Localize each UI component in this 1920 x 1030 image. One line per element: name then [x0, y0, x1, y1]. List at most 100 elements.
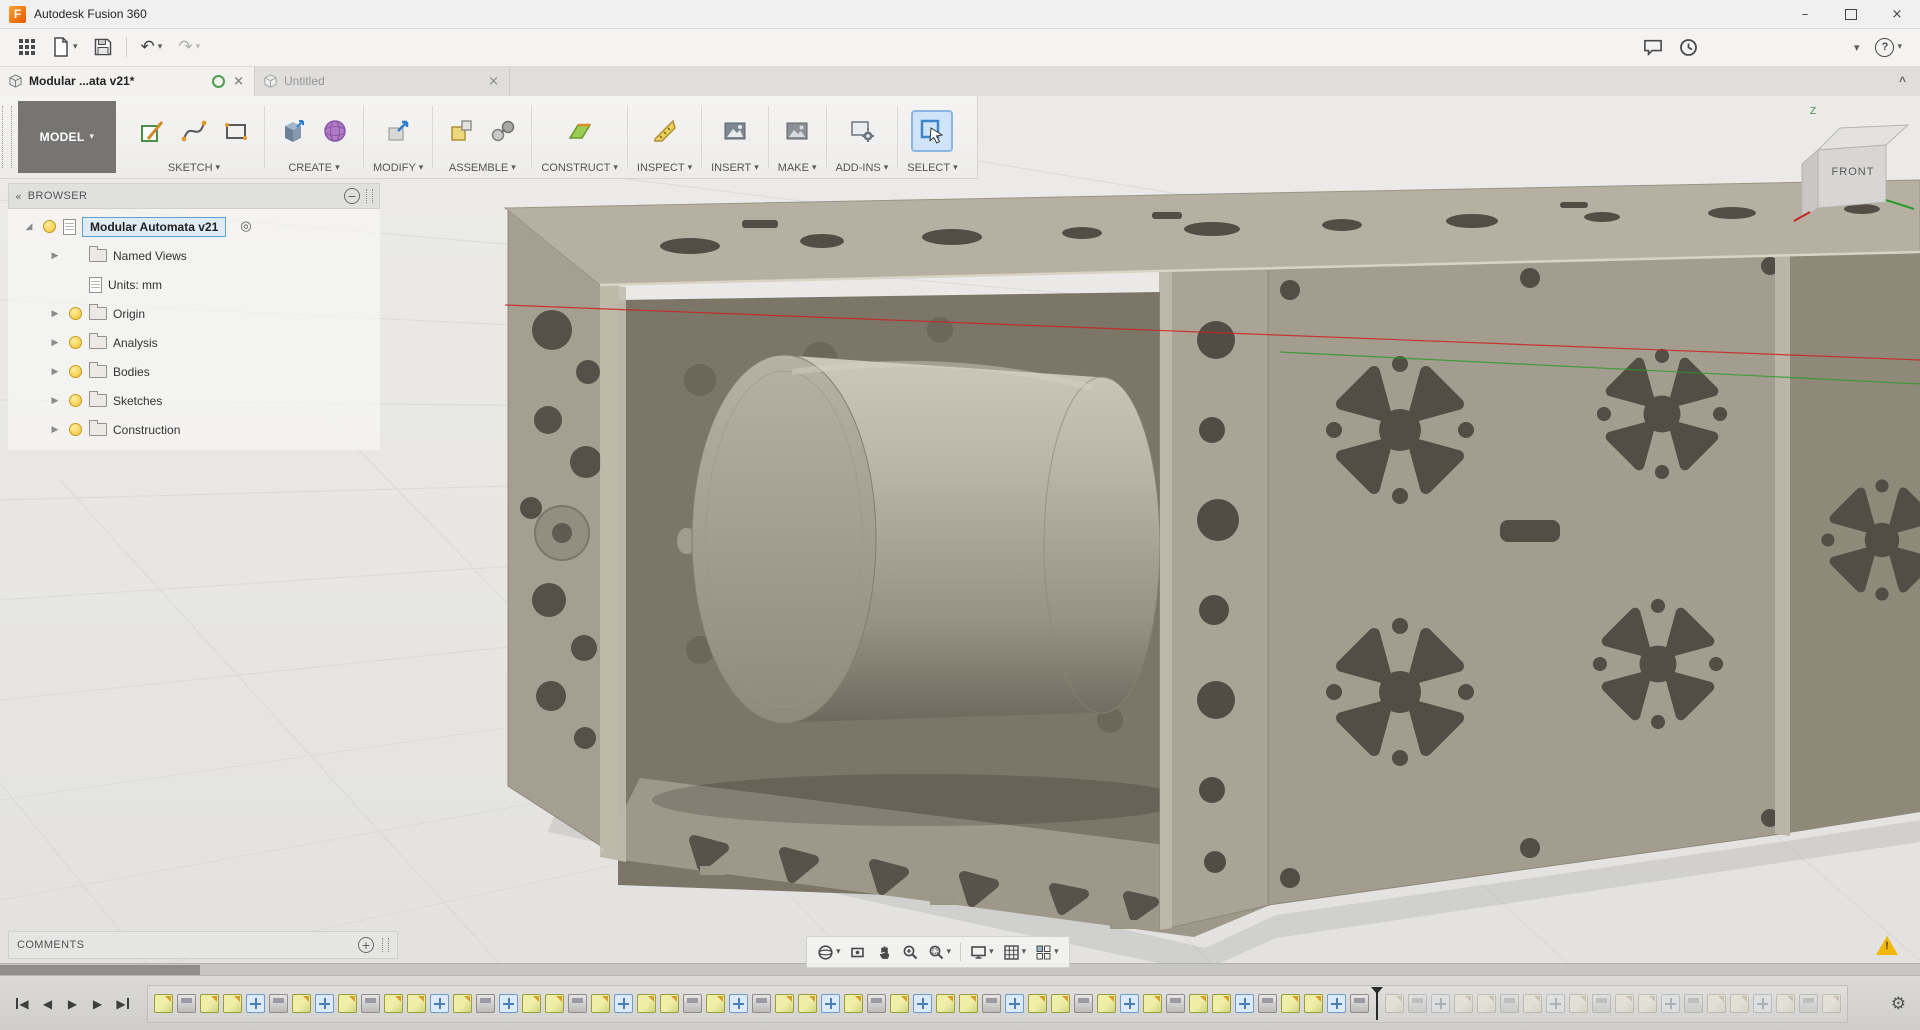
timeline-skip-end-button[interactable]: ▶: [110, 991, 135, 1017]
timeline-settings-gear-icon[interactable]: ⚙: [1891, 994, 1910, 1014]
timeline-feature-extrude[interactable]: [361, 994, 380, 1013]
redo-button[interactable]: ↷ ▾: [170, 32, 208, 62]
timeline-feature-sketch[interactable]: [1189, 994, 1208, 1013]
timeline-feature-sketch[interactable]: [798, 994, 817, 1013]
warning-badge[interactable]: !: [1876, 936, 1898, 956]
visibility-bulb-icon[interactable]: [42, 220, 57, 233]
document-tab-active[interactable]: Modular ...ata v21* ×: [0, 66, 255, 96]
timeline-step-forward-button[interactable]: ▶: [85, 991, 110, 1017]
panel-grip[interactable]: [2, 106, 12, 168]
timeline-feature-sketch[interactable]: [1212, 994, 1231, 1013]
timeline-feature-extrude[interactable]: [1166, 994, 1185, 1013]
sketch-rectangle-button[interactable]: [217, 112, 255, 150]
timeline-feature-sketch[interactable]: [706, 994, 725, 1013]
timeline-feature-extrude[interactable]: [269, 994, 288, 1013]
timeline-feature-sketch[interactable]: [292, 994, 311, 1013]
timeline-feature-sketch[interactable]: [1523, 994, 1542, 1013]
timeline-feature-sketch[interactable]: [637, 994, 656, 1013]
timeline-feature-move[interactable]: [1120, 994, 1139, 1013]
view-cube[interactable]: FRONT Z: [1788, 106, 1920, 222]
timeline-feature-sketch[interactable]: [407, 994, 426, 1013]
timeline-feature-sketch[interactable]: [338, 994, 357, 1013]
timeline-feature-move[interactable]: [614, 994, 633, 1013]
display-settings-button[interactable]: ▾: [966, 939, 998, 965]
maximize-button[interactable]: [1828, 0, 1874, 28]
timeline-feature-sketch[interactable]: [453, 994, 472, 1013]
timeline-feature-sketch[interactable]: [844, 994, 863, 1013]
timeline-feature-sketch[interactable]: [890, 994, 909, 1013]
timeline-feature-sketch[interactable]: [223, 994, 242, 1013]
browser-item[interactable]: ▶ Construction: [8, 415, 380, 444]
zoom-window-button[interactable]: ▾: [924, 939, 956, 965]
tab-close-button[interactable]: ×: [231, 74, 246, 89]
timeline-feature-move[interactable]: [1005, 994, 1024, 1013]
expand-arrow-icon[interactable]: ▶: [48, 338, 62, 348]
timeline-feature-sketch[interactable]: [775, 994, 794, 1013]
browser-item[interactable]: ▶ Sketches: [8, 386, 380, 415]
save-button[interactable]: [86, 32, 120, 62]
assemble-new-component-button[interactable]: [442, 112, 480, 150]
timeline-feature-extrude[interactable]: [1684, 994, 1703, 1013]
orbit-button[interactable]: ▾: [813, 939, 845, 965]
timeline-feature-extrude[interactable]: [1074, 994, 1093, 1013]
ribbon-group-label[interactable]: CREATE ▾: [288, 162, 339, 174]
browser-collapse-all-button[interactable]: −: [344, 188, 360, 204]
grid-snaps-button[interactable]: ▾: [999, 939, 1031, 965]
timeline-feature-extrude[interactable]: [1258, 994, 1277, 1013]
extensions-dropdown-button[interactable]: ▾: [1846, 32, 1868, 62]
timeline-position-marker[interactable]: [1371, 986, 1383, 1020]
timeline-feature-move[interactable]: [821, 994, 840, 1013]
create-form-button[interactable]: [316, 112, 354, 150]
timeline-feature-extrude[interactable]: [982, 994, 1001, 1013]
expand-arrow-icon[interactable]: ▶: [48, 396, 62, 406]
visibility-bulb-icon[interactable]: [68, 394, 83, 407]
comments-toggle-button[interactable]: [1635, 32, 1671, 62]
timeline-feature-sketch[interactable]: [660, 994, 679, 1013]
scrollbar-thumb[interactable]: [0, 965, 200, 975]
job-status-button[interactable]: [1671, 32, 1706, 62]
timeline-feature-sketch[interactable]: [384, 994, 403, 1013]
timeline-feature-extrude[interactable]: [1799, 994, 1818, 1013]
look-at-button[interactable]: [846, 939, 871, 965]
timeline-step-back-button[interactable]: ◀: [35, 991, 60, 1017]
timeline-feature-sketch[interactable]: [1707, 994, 1726, 1013]
timeline-feature-move[interactable]: [1661, 994, 1680, 1013]
visibility-bulb-icon[interactable]: [68, 307, 83, 320]
timeline-feature-extrude[interactable]: [1350, 994, 1369, 1013]
app-launcher-button[interactable]: [10, 32, 44, 62]
workspace-selector[interactable]: MODEL ▾: [18, 101, 116, 173]
visibility-bulb-icon[interactable]: [68, 365, 83, 378]
timeline-feature-sketch[interactable]: [1569, 994, 1588, 1013]
assemble-joint-button[interactable]: [484, 112, 522, 150]
visibility-bulb-icon[interactable]: [68, 336, 83, 349]
browser-item[interactable]: Units: mm: [8, 270, 380, 299]
timeline-strip[interactable]: [147, 984, 1848, 1023]
timeline-feature-extrude[interactable]: [1592, 994, 1611, 1013]
timeline-feature-sketch[interactable]: [1385, 994, 1404, 1013]
browser-root-item[interactable]: ◢ Modular Automata v21 ◎: [8, 212, 380, 241]
expand-arrow-icon[interactable]: ▶: [48, 251, 62, 261]
timeline-feature-move[interactable]: [430, 994, 449, 1013]
timeline-feature-sketch[interactable]: [545, 994, 564, 1013]
timeline-feature-sketch[interactable]: [1304, 994, 1323, 1013]
sketch-spline-button[interactable]: [175, 112, 213, 150]
ribbon-group-label[interactable]: SKETCH ▾: [168, 162, 220, 174]
timeline-feature-sketch[interactable]: [1028, 994, 1047, 1013]
ribbon-group-label[interactable]: CONSTRUCT ▾: [541, 162, 618, 174]
add-comment-button[interactable]: +: [358, 937, 374, 953]
panel-grip[interactable]: [382, 938, 389, 952]
expand-arrow-icon[interactable]: ▶: [48, 309, 62, 319]
make-button[interactable]: [778, 112, 816, 150]
inspect-measure-button[interactable]: [646, 112, 684, 150]
timeline-feature-move[interactable]: [729, 994, 748, 1013]
timeline-skip-start-button[interactable]: ◀: [10, 991, 35, 1017]
timeline-feature-sketch[interactable]: [959, 994, 978, 1013]
browser-item[interactable]: ▶ Named Views: [8, 241, 380, 270]
timeline-feature-sketch[interactable]: [1454, 994, 1473, 1013]
visibility-bulb-icon[interactable]: [68, 423, 83, 436]
timeline-feature-extrude[interactable]: [568, 994, 587, 1013]
viewports-button[interactable]: ▾: [1031, 939, 1063, 965]
timeline-feature-sketch[interactable]: [1822, 994, 1841, 1013]
timeline-feature-sketch[interactable]: [200, 994, 219, 1013]
root-corner-icon[interactable]: ◢: [22, 222, 36, 232]
